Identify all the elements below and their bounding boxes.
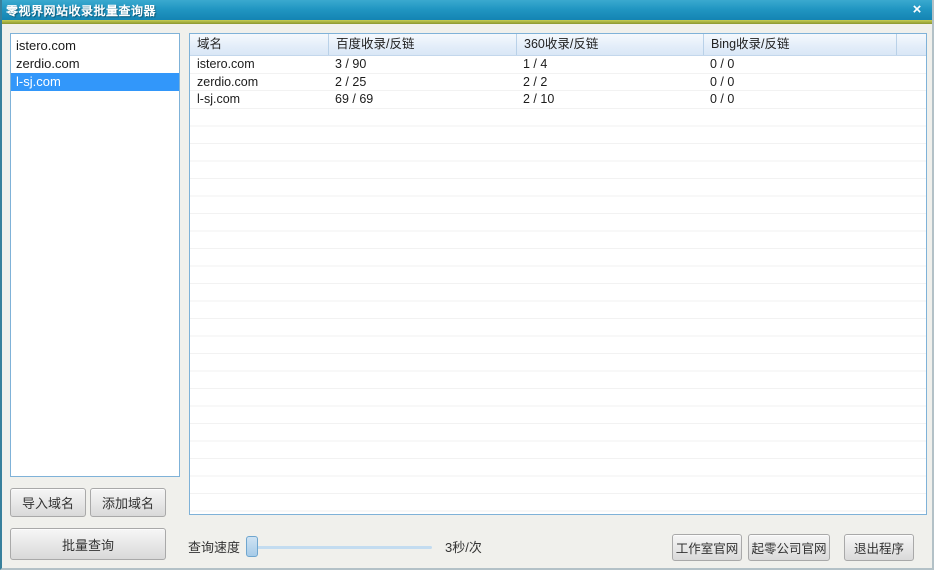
domain-list-item[interactable]: l-sj.com [11, 73, 179, 91]
table-row[interactable]: istero.com 3 / 90 1 / 4 0 / 0 [190, 56, 926, 74]
empty-rows-grid [190, 109, 926, 515]
results-table: 域名 百度收录/反链 360收录/反链 Bing收录/反链 istero.com… [189, 33, 927, 515]
speed-slider-track[interactable] [247, 546, 432, 549]
table-header-row: 域名 百度收录/反链 360收录/反链 Bing收录/反链 [190, 34, 926, 56]
studio-site-button[interactable]: 工作室官网 [672, 534, 742, 561]
cell-domain: l-sj.com [190, 91, 328, 108]
cell-domain: zerdio.com [190, 74, 328, 91]
cell-360: 2 / 2 [516, 74, 703, 91]
cell-bing: 0 / 0 [703, 74, 896, 91]
import-domains-button[interactable]: 导入域名 [10, 488, 86, 517]
table-row[interactable]: zerdio.com 2 / 25 2 / 2 0 / 0 [190, 74, 926, 92]
close-icon[interactable]: × [907, 1, 927, 19]
column-header-360[interactable]: 360收录/反链 [516, 34, 703, 55]
app-window: 零视界网站收录批量查询器 × istero.com zerdio.com l-s… [0, 0, 934, 570]
speed-slider-thumb[interactable] [246, 536, 258, 557]
domain-listbox[interactable]: istero.com zerdio.com l-sj.com [10, 33, 180, 477]
query-speed-value: 3秒/次 [445, 537, 482, 556]
exit-program-button[interactable]: 退出程序 [844, 534, 914, 561]
cell-domain: istero.com [190, 56, 328, 73]
cell-360: 1 / 4 [516, 56, 703, 73]
window-title: 零视界网站收录批量查询器 [0, 2, 156, 19]
query-speed-label: 查询速度 [188, 537, 240, 556]
batch-query-button[interactable]: 批量查询 [10, 528, 166, 560]
column-header-domain[interactable]: 域名 [190, 34, 328, 55]
company-site-button[interactable]: 起零公司官网 [748, 534, 830, 561]
cell-baidu: 3 / 90 [328, 56, 516, 73]
titlebar-accent-strip [0, 20, 934, 24]
column-header-bing[interactable]: Bing收录/反链 [703, 34, 896, 55]
add-domains-button[interactable]: 添加域名 [90, 488, 166, 517]
cell-360: 2 / 10 [516, 91, 703, 108]
table-row[interactable]: l-sj.com 69 / 69 2 / 10 0 / 0 [190, 91, 926, 109]
cell-bing: 0 / 0 [703, 56, 896, 73]
cell-baidu: 2 / 25 [328, 74, 516, 91]
table-body: istero.com 3 / 90 1 / 4 0 / 0 zerdio.com… [190, 56, 926, 514]
domain-list-item[interactable]: istero.com [11, 37, 179, 55]
column-header-spacer [896, 34, 926, 55]
cell-baidu: 69 / 69 [328, 91, 516, 108]
domain-list-item[interactable]: zerdio.com [11, 55, 179, 73]
title-bar: 零视界网站收录批量查询器 × [0, 0, 934, 20]
column-header-baidu[interactable]: 百度收录/反链 [328, 34, 516, 55]
cell-bing: 0 / 0 [703, 91, 896, 108]
